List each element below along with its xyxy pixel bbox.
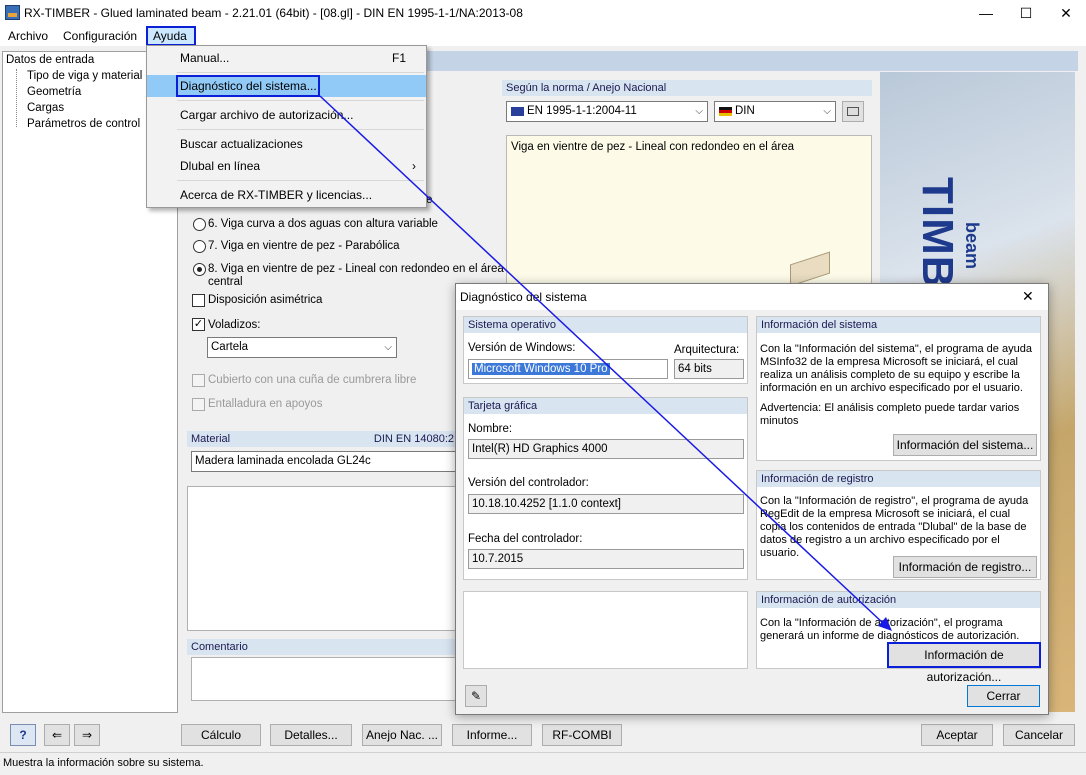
arrow-head — [878, 617, 892, 631]
arrow-line — [319, 95, 885, 625]
annotation-arrow — [319, 95, 892, 631]
